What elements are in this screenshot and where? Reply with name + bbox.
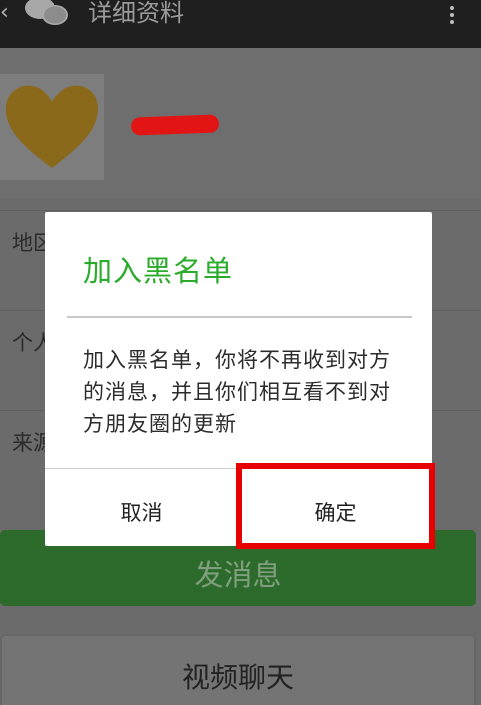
top-bar: ‹ 详细资料 xyxy=(0,0,481,48)
redacted-name xyxy=(130,114,220,136)
video-chat-button[interactable]: 视频聊天 xyxy=(0,634,476,705)
heart-icon xyxy=(5,85,99,168)
dialog-message: 加入黑名单，你将不再收到对方的消息，并且你们相互看不到对方朋友圈的更新 xyxy=(83,348,391,436)
dialog-divider xyxy=(67,316,412,318)
more-vertical-icon[interactable] xyxy=(449,6,455,28)
cancel-label: 取消 xyxy=(120,501,163,525)
profile-header xyxy=(0,48,481,198)
highlight-annotation xyxy=(236,463,435,549)
page-title: 详细资料 xyxy=(88,0,184,27)
avatar[interactable] xyxy=(0,74,104,180)
cancel-button[interactable]: 取消 xyxy=(45,469,238,546)
dialog-title: 加入黑名单 xyxy=(83,254,234,288)
send-message-label: 发消息 xyxy=(194,558,282,592)
chevron-left-icon[interactable]: ‹ xyxy=(0,2,9,24)
video-chat-label: 视频聊天 xyxy=(181,661,294,694)
wechat-icon xyxy=(25,0,68,25)
